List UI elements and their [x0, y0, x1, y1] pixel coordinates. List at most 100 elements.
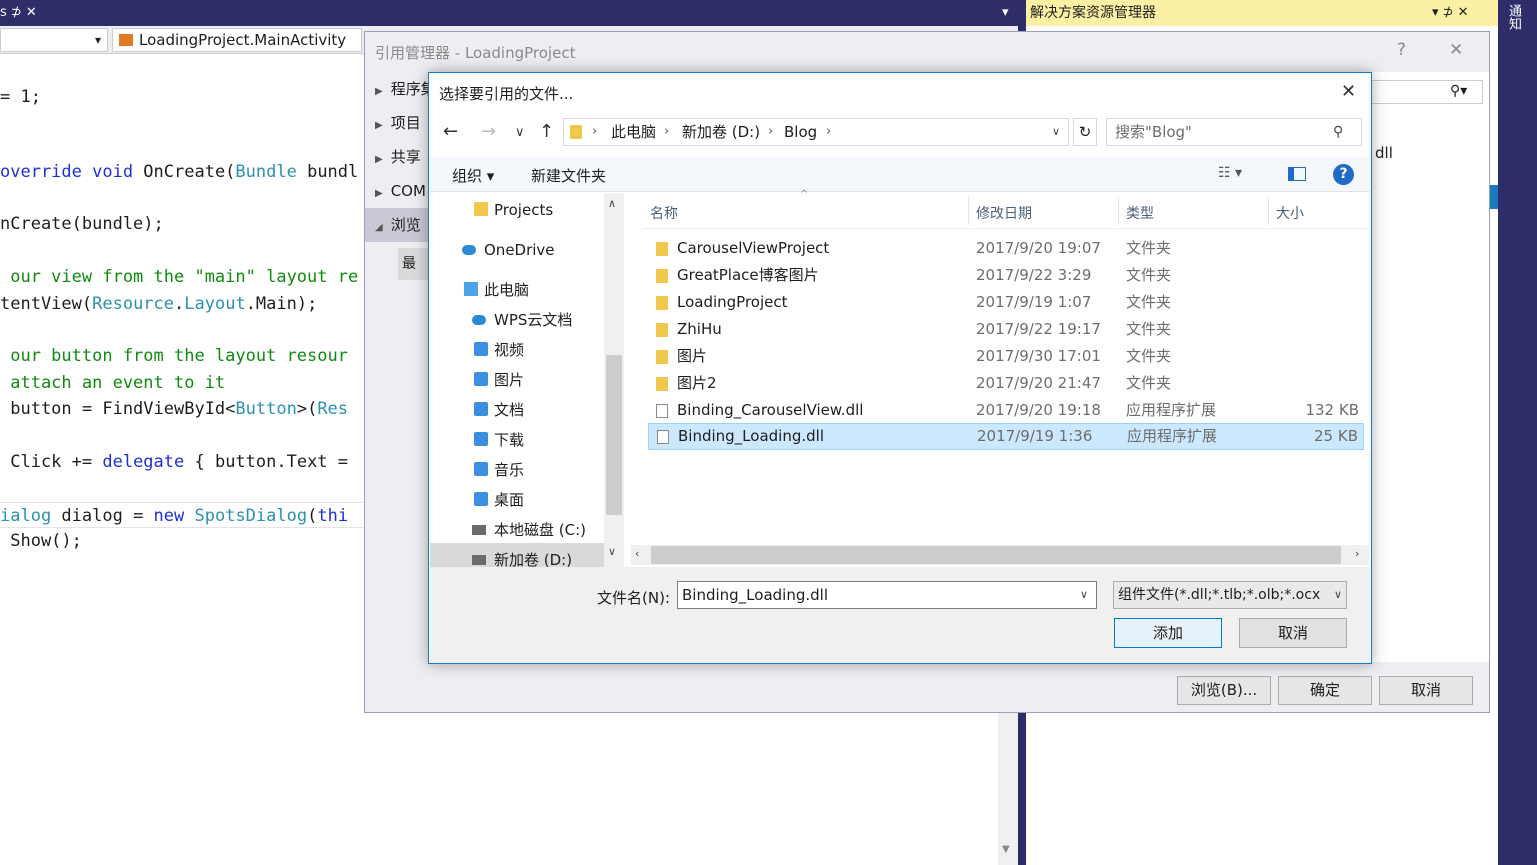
command-bar: 组织 ▾ 新建文件夹 ☷ ▾: [430, 157, 1370, 192]
scroll-up-icon[interactable]: ∧: [608, 197, 616, 210]
column-divider[interactable]: [1268, 197, 1269, 225]
column-date[interactable]: 修改日期: [976, 203, 1032, 223]
tree-item-pictures[interactable]: 图片: [430, 365, 604, 395]
cancel-button[interactable]: 取消: [1379, 676, 1473, 705]
chevron-down-icon[interactable]: ∨: [1080, 582, 1088, 608]
column-divider[interactable]: [1118, 197, 1119, 225]
up-arrow-icon[interactable]: ↑: [539, 121, 554, 142]
breadcrumb-blog[interactable]: Blog: [784, 119, 817, 145]
nav-browse[interactable]: ◢ 浏览: [365, 208, 429, 242]
ok-button[interactable]: 确定: [1278, 676, 1372, 705]
breadcrumb-separator: ›: [826, 124, 832, 139]
folder-icon: [656, 242, 668, 256]
browse-button[interactable]: 浏览(B)...: [1177, 676, 1271, 705]
search-icon: ⚲▾: [1450, 83, 1468, 99]
tree-item-this-pc[interactable]: 此电脑: [430, 275, 604, 305]
desktop-icon: [474, 492, 488, 506]
organize-menu[interactable]: 组织 ▾: [452, 165, 494, 186]
scroll-thumb[interactable]: [651, 546, 1341, 564]
breadcrumb-this-pc[interactable]: 此电脑: [611, 119, 656, 145]
scroll-down-icon[interactable]: ∨: [608, 545, 616, 558]
file-row[interactable]: ZhiHu 2017/9/22 19:17 文件夹: [648, 316, 1364, 343]
chevron-down-icon[interactable]: ∨: [1052, 119, 1060, 145]
file-row-selected[interactable]: Binding_Loading.dll 2017/9/19 1:36 应用程序扩展 2…: [648, 423, 1364, 450]
code-comment: our view from the "main" layout re: [0, 267, 359, 287]
download-icon: [474, 432, 488, 446]
tab-overflow-chevron-icon[interactable]: ▾: [1002, 0, 1009, 26]
column-name[interactable]: 名称: [650, 203, 678, 223]
forward-arrow-icon[interactable]: →: [481, 121, 496, 142]
file-row[interactable]: 图片 2017/9/30 17:01 文件夹: [648, 343, 1364, 370]
help-icon[interactable]: ?: [1397, 40, 1406, 60]
scroll-down-icon[interactable]: ▼: [1002, 844, 1010, 855]
scroll-thumb[interactable]: [606, 355, 622, 515]
tree-item-downloads[interactable]: 下载: [430, 425, 604, 455]
file-type-filter-value: 组件文件(*.dll;*.tlb;*.olb;*.ocx: [1118, 587, 1321, 603]
folder-icon: [656, 377, 668, 391]
nav-projects[interactable]: ▶ 项目: [365, 106, 429, 140]
search-input[interactable]: 搜索"Blog" ⚲: [1106, 118, 1362, 146]
breadcrumb-separator: ›: [664, 124, 670, 139]
folder-icon: [570, 125, 582, 139]
cancel-button[interactable]: 取消: [1239, 618, 1347, 648]
tree-item-desktop[interactable]: 桌面: [430, 485, 604, 515]
tree-item-music[interactable]: 音乐: [430, 455, 604, 485]
filename-value: Binding_Loading.dll: [682, 586, 828, 604]
tree-item-drive-d[interactable]: 新加卷 (D:): [430, 545, 604, 567]
nav-assemblies[interactable]: ▶ 程序集: [365, 72, 429, 106]
side-tool-strip: [1498, 0, 1537, 865]
scroll-right-icon[interactable]: ›: [1355, 547, 1359, 560]
back-arrow-icon[interactable]: ←: [443, 121, 458, 142]
recent-locations-icon[interactable]: ∨: [515, 125, 525, 140]
folder-icon: [656, 350, 668, 364]
file-row[interactable]: 图片2 2017/9/20 21:47 文件夹: [648, 370, 1364, 397]
address-bar[interactable]: › 此电脑 › 新加卷 (D:) › Blog › ∨: [563, 118, 1069, 146]
tree-item-projects[interactable]: Projects: [430, 195, 604, 225]
class-icon: [119, 34, 133, 46]
refresh-icon[interactable]: ↻: [1073, 118, 1097, 146]
file-row[interactable]: LoadingProject 2017/9/19 1:07 文件夹: [648, 289, 1364, 316]
scroll-left-icon[interactable]: ‹: [635, 547, 639, 560]
tree-item-drive-c[interactable]: 本地磁盘 (C:): [430, 515, 604, 545]
notifications-tab[interactable]: 通知: [1503, 4, 1523, 30]
nav-combo-type[interactable]: LoadingProject.MainActivity: [112, 28, 362, 52]
folder-icon: [474, 202, 488, 216]
music-icon: [474, 462, 488, 476]
file-row[interactable]: Binding_CarouselView.dll 2017/9/20 19:18 应…: [648, 397, 1364, 424]
search-placeholder: 搜索"Blog": [1115, 123, 1192, 141]
column-divider[interactable]: [968, 197, 969, 225]
file-row[interactable]: CarouselViewProject 2017/9/20 19:07 文件夹: [648, 235, 1364, 262]
preview-pane-icon[interactable]: [1288, 167, 1306, 181]
tree-item-onedrive[interactable]: OneDrive: [430, 235, 604, 265]
breadcrumb-separator: ›: [768, 124, 774, 139]
cloud-icon: [472, 315, 486, 325]
tree-item-videos[interactable]: 视频: [430, 335, 604, 365]
nav-combo-project[interactable]: ▾: [0, 28, 108, 52]
view-options-icon[interactable]: ☷ ▾: [1218, 165, 1242, 181]
nav-shared[interactable]: ▶ 共享: [365, 140, 429, 174]
code-line: nCreate(bundle);: [0, 214, 164, 234]
nav-recent[interactable]: 最近: [398, 248, 429, 280]
file-type-filter[interactable]: 组件文件(*.dll;*.tlb;*.olb;*.ocx ∨: [1113, 581, 1347, 609]
nav-combo-type-label: LoadingProject.MainActivity: [139, 31, 347, 49]
vs-tab-fragment[interactable]: s ⊅ ✕: [0, 0, 37, 26]
add-button[interactable]: 添加: [1114, 618, 1222, 648]
nav-com[interactable]: ▶ COM: [365, 174, 429, 208]
file-row[interactable]: GreatPlace博客图片 2017/9/22 3:29 文件夹: [648, 262, 1364, 289]
breadcrumb-drive-d[interactable]: 新加卷 (D:): [682, 119, 760, 145]
folder-icon: [656, 269, 668, 283]
tree-item-documents[interactable]: 文档: [430, 395, 604, 425]
help-icon[interactable]: ?: [1333, 164, 1354, 185]
scroll-indicator: [1490, 185, 1498, 209]
reference-search-input[interactable]: ⚲▾: [1369, 80, 1483, 104]
column-size[interactable]: 大小: [1276, 203, 1304, 223]
tree-item-wps[interactable]: WPS云文档: [430, 305, 604, 335]
close-icon[interactable]: ✕: [1341, 81, 1356, 102]
filename-input[interactable]: Binding_Loading.dll ∨: [677, 581, 1097, 609]
column-type[interactable]: 类型: [1126, 203, 1154, 223]
new-folder-button[interactable]: 新建文件夹: [531, 165, 606, 186]
close-icon[interactable]: ✕: [1449, 40, 1463, 60]
panel-pin-close-icons[interactable]: ▾ ⊅ ✕: [1432, 0, 1469, 26]
solution-explorer-title: 解决方案资源管理器 ▾ ⊅ ✕: [1026, 0, 1498, 26]
code-line: Click += delegate { button.Text =: [0, 452, 349, 472]
